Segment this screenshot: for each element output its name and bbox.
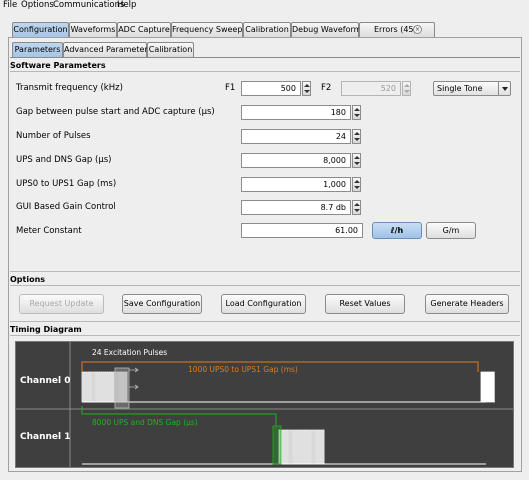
menu-file[interactable]: File [3, 0, 17, 10]
ups0-ups1-stepper[interactable] [352, 177, 361, 192]
gap-adc-input[interactable]: 180 [241, 105, 351, 120]
timing-diagram-canvas [16, 342, 513, 467]
meter-constant-input[interactable]: 61.00 [241, 223, 363, 238]
tab-debug-waveform[interactable]: Debug Waveform [291, 22, 361, 37]
tab-errors-label: Errors (45) [374, 25, 417, 34]
section-separator [10, 321, 520, 322]
tab-waveforms[interactable]: Waveforms [69, 22, 117, 37]
arrow-right-icon [129, 384, 139, 390]
section-separator [10, 71, 520, 72]
tab-calibration[interactable]: Calibration [243, 22, 291, 37]
transmit-frequency-label: Transmit frequency (kHz) [16, 83, 123, 93]
save-configuration-button[interactable]: Save Configuration [122, 294, 202, 314]
unit-lh-button[interactable]: ℓ/h [372, 222, 422, 239]
num-pulses-input[interactable]: 24 [241, 129, 351, 144]
software-parameters-title: Software Parameters [10, 61, 106, 70]
section-separator [10, 271, 520, 272]
section-separator [10, 285, 520, 286]
subtab-divider [10, 57, 520, 58]
menu-options[interactable]: Options [21, 0, 54, 10]
ups-dns-gap-label: 8000 UPS and DNS Gap (µs) [92, 418, 198, 427]
ups0-ups1-label: UPS0 to UPS1 Gap (ms) [16, 179, 117, 189]
tab-frequency-sweep[interactable]: Frequency Sweep [171, 22, 243, 37]
channel1-label: Channel 1 [20, 432, 71, 442]
channel0-pulse-train-end [480, 371, 495, 403]
arrow-right-icon [129, 367, 139, 373]
timing-diagram: Channel 0 Channel 1 24 Excitation Pulses… [15, 341, 514, 468]
section-separator [10, 335, 520, 336]
menu-bar: File Options Communications Help [0, 0, 529, 11]
ups-dns-input[interactable]: 8,000 [241, 153, 351, 168]
unit-gm-button[interactable]: G/m [426, 222, 476, 239]
menu-communications[interactable]: Communications [53, 0, 124, 10]
timing-diagram-title: Timing Diagram [10, 325, 82, 334]
channel0-capture-window [114, 367, 130, 409]
ups-dns-stepper[interactable] [352, 153, 361, 168]
tone-mode-select[interactable]: Single Tone [433, 81, 511, 96]
gap-adc-stepper[interactable] [352, 105, 361, 120]
num-pulses-label: Number of Pulses [16, 131, 91, 141]
subtab-parameters[interactable]: Parameters [12, 42, 63, 57]
channel0-label: Channel 0 [20, 376, 71, 386]
gain-label: GUI Based Gain Control [16, 202, 116, 212]
tab-adc-capture[interactable]: ADC Capture [117, 22, 171, 37]
close-icon[interactable]: × [413, 25, 422, 34]
generate-headers-button[interactable]: Generate Headers [425, 294, 509, 314]
channel1-pulses [278, 429, 325, 465]
request-update-button[interactable]: Request Update [19, 294, 104, 314]
ups0-ups1-input[interactable]: 1,000 [241, 177, 351, 192]
f2-input[interactable]: 520 [341, 81, 401, 96]
options-title: Options [10, 275, 46, 284]
channel1-capture-window [272, 425, 282, 465]
ups0-ups1-gap-label: 1000 UPS0 to UPS1 Gap (ms) [188, 365, 298, 374]
channel1-pulse-train [278, 429, 325, 465]
num-pulses-stepper[interactable] [352, 129, 361, 144]
gain-input[interactable]: 8.7 db [241, 200, 351, 215]
reset-values-button[interactable]: Reset Values [325, 294, 405, 314]
menu-help[interactable]: Help [117, 0, 136, 10]
chevron-down-icon [498, 82, 510, 95]
tab-errors[interactable]: Errors (45) [359, 22, 435, 37]
f1-stepper[interactable] [302, 81, 311, 96]
excitation-pulses-label: 24 Excitation Pulses [92, 348, 168, 357]
f2-stepper[interactable] [402, 81, 411, 96]
tab-configuration[interactable]: Configuration [12, 22, 69, 37]
gain-stepper[interactable] [352, 200, 361, 215]
subtab-advanced-parameters[interactable]: Advanced Parameters [63, 42, 152, 57]
subtab-calibration[interactable]: Calibration [147, 42, 194, 57]
f2-label: F2 [321, 83, 332, 93]
gap-adc-label: Gap between pulse start and ADC capture … [16, 107, 215, 117]
tone-mode-value: Single Tone [437, 84, 483, 93]
channel0-pulses-end [480, 371, 495, 403]
f1-input[interactable]: 500 [241, 81, 301, 96]
ups-dns-label: UPS and DNS Gap (µs) [16, 155, 112, 165]
f1-label: F1 [225, 83, 236, 93]
meter-constant-label: Meter Constant [16, 226, 82, 236]
load-configuration-button[interactable]: Load Configuration [221, 294, 306, 314]
